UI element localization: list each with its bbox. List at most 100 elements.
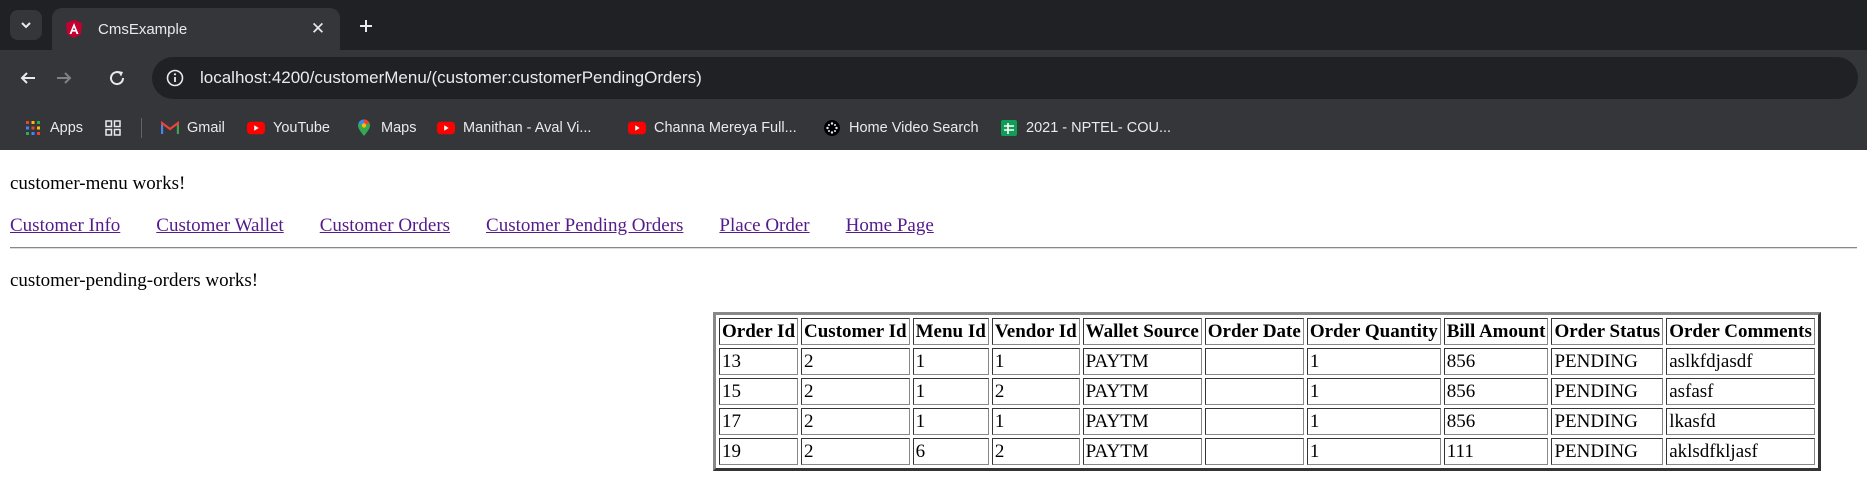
bookmark-label: YouTube [273,120,330,136]
angular-icon [64,19,84,39]
table-cell: 856 [1443,378,1549,405]
forward-button[interactable] [48,62,80,94]
arrow-left-icon [20,72,35,84]
bookmark-label: 2021 - NPTEL- COU... [1026,120,1172,136]
table-cell: PENDING [1551,438,1664,465]
customer-nav: Customer Info Customer Wallet Customer Ord… [10,215,970,237]
bookmarks-separator [141,118,142,138]
nav-customer-pending-orders-link[interactable]: Customer Pending Orders [486,215,683,236]
table-cell: 1 [1306,438,1441,465]
table-cell: 2 [991,438,1080,465]
url-text[interactable]: localhost:4200/customerMenu/(customer:cu… [200,68,702,88]
nav-customer-info-link[interactable]: Customer Info [10,215,120,236]
table-cell: 2 [801,408,910,435]
column-header: Order Comments [1666,318,1815,345]
column-header: Vendor Id [991,318,1080,345]
bookmark-label: Manithan - Aval Vi... [463,120,592,136]
reload-icon [110,71,125,86]
sheets-icon [1000,119,1018,137]
column-header: Order Id [719,318,799,345]
table-cell: 1 [991,348,1080,375]
bookmark-youtube[interactable]: YouTube [247,106,330,150]
arrow-right-icon [57,72,72,84]
table-cell [1204,348,1304,375]
bookmark-label: Maps [381,120,417,136]
bookmark-nptel[interactable]: 2021 - NPTEL- COU... [1000,106,1171,150]
bookmark-home-video-search[interactable]: Home Video Search [823,106,979,150]
table-cell: 2 [801,438,910,465]
table-cell: 1 [1306,408,1441,435]
maps-pin-icon [355,119,373,137]
browser-toolbar: localhost:4200/customerMenu/(customer:cu… [0,50,1867,106]
table-cell: 1 [912,378,989,405]
column-header: Bill Amount [1443,318,1549,345]
bookmark-manithan[interactable]: Manithan - Aval Vi... [437,106,591,150]
browser-tab[interactable]: CmsExample ✕ [52,8,340,50]
table-cell [1204,438,1304,465]
customer-menu-works-text: customer-menu works! [10,173,186,194]
bookmark-tab-groups[interactable] [104,106,130,150]
table-row: 15 2 1 2 PAYTM 1 856 PENDING asfasf [719,378,1815,405]
table-cell: PENDING [1551,348,1664,375]
table-cell: 1 [912,348,989,375]
nav-place-order-link[interactable]: Place Order [719,215,809,236]
reload-button[interactable] [101,62,133,94]
table-cell [1204,408,1304,435]
tab-title: CmsExample [98,20,188,38]
nav-customer-wallet-link[interactable]: Customer Wallet [156,215,283,236]
table-cell: aslkfdjasdf [1666,348,1815,375]
chevron-down-icon [21,22,31,29]
bookmarks-bar: Apps Gmail YouTube Maps Manithan - Aval … [0,106,1867,150]
bookmark-gmail[interactable]: Gmail [161,106,225,150]
table-cell: 2 [801,378,910,405]
bookmark-label: Channa Mereya Full... [654,120,797,136]
table-row: 19 2 6 2 PAYTM 1 111 PENDING aklsdfkljasf [719,438,1815,465]
table-cell: 2 [801,348,910,375]
table-cell: lkasfd [1666,408,1815,435]
bookmark-label: Gmail [187,120,225,136]
column-header: Customer Id [801,318,910,345]
circle-dots-icon [823,119,841,137]
bookmark-label: Apps [50,120,84,136]
pending-orders-table: Order Id Customer Id Menu Id Vendor Id Walle… [713,312,1821,471]
address-bar[interactable]: localhost:4200/customerMenu/(customer:cu… [152,57,1858,99]
table-cell: 856 [1443,408,1549,435]
tab-groups-icon [104,119,122,137]
table-row: 13 2 1 1 PAYTM 1 856 PENDING aslkfdjasdf [719,348,1815,375]
close-icon[interactable]: ✕ [308,19,328,39]
table-cell: 1 [1306,378,1441,405]
table-cell: PAYTM [1082,378,1202,405]
table-cell: 856 [1443,348,1549,375]
tab-search-button[interactable] [10,10,42,40]
nav-customer-orders-link[interactable]: Customer Orders [320,215,450,236]
table-cell: 1 [912,408,989,435]
youtube-icon [437,119,455,137]
bookmark-apps[interactable]: Apps [24,106,83,150]
table-cell: 19 [719,438,799,465]
column-header: Order Status [1551,318,1664,345]
tab-strip: CmsExample ✕ [0,0,1867,50]
bookmark-label: Home Video Search [849,120,979,136]
table-cell: 13 [719,348,799,375]
table-cell: asfasf [1666,378,1815,405]
bookmark-channa-mereya[interactable]: Channa Mereya Full... [628,106,797,150]
table-cell: 2 [991,378,1080,405]
table-row: 17 2 1 1 PAYTM 1 856 PENDING lkasfd [719,408,1815,435]
table-cell: PENDING [1551,378,1664,405]
back-button[interactable] [12,62,44,94]
table-cell: PENDING [1551,408,1664,435]
youtube-icon [247,119,265,137]
table-cell: 17 [719,408,799,435]
table-cell: PAYTM [1082,438,1202,465]
new-tab-button[interactable] [352,12,380,40]
bookmark-maps[interactable]: Maps [355,106,416,150]
plus-icon [360,20,372,32]
apps-grid-icon [24,119,42,137]
column-header: Order Date [1204,318,1304,345]
table-cell [1204,378,1304,405]
table-cell: 1 [991,408,1080,435]
nav-home-page-link[interactable]: Home Page [846,215,934,236]
site-info-icon[interactable] [162,65,188,91]
table-cell: PAYTM [1082,408,1202,435]
table-cell: 111 [1443,438,1549,465]
